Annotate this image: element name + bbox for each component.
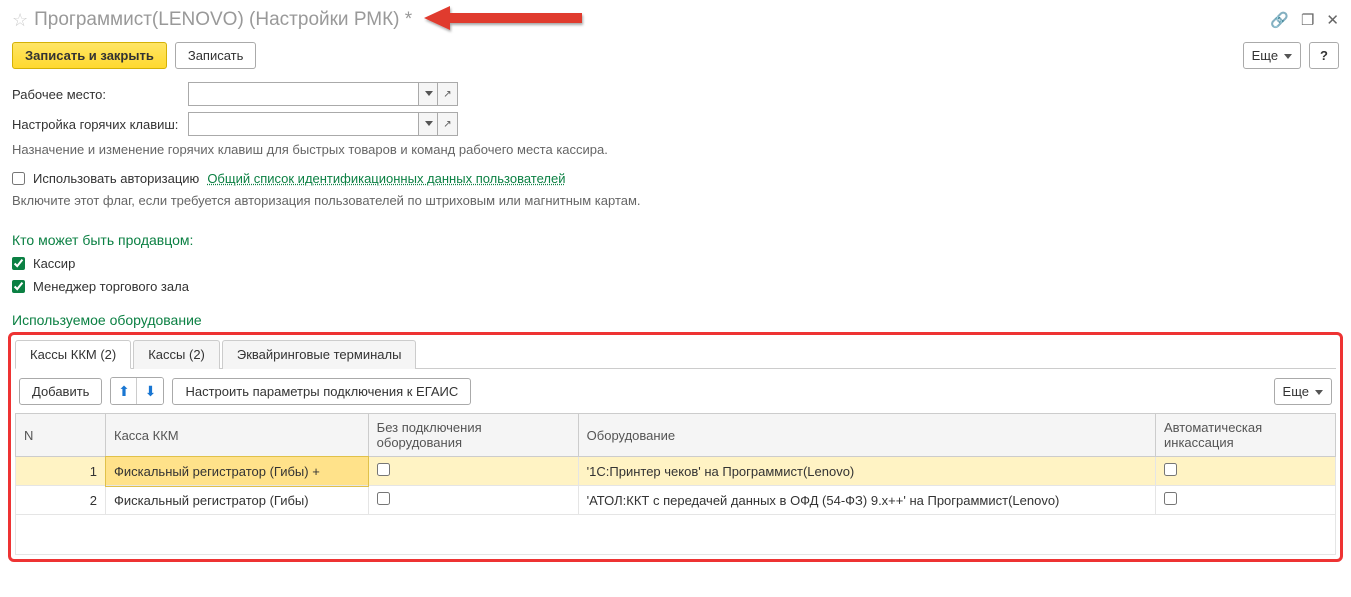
tab-acquiring[interactable]: Эквайринговые терминалы	[222, 340, 417, 369]
chevron-down-icon	[1282, 48, 1292, 63]
col-kkm[interactable]: Касса ККМ	[106, 414, 369, 457]
window-restore-icon[interactable]: ❐	[1301, 11, 1314, 29]
tab-kassy[interactable]: Кассы (2)	[133, 340, 220, 369]
highlight-annotation: Кассы ККМ (2) Кассы (2) Эквайринговые те…	[8, 332, 1343, 562]
workplace-open-button[interactable]: ↗	[438, 82, 458, 106]
equipment-table: N Касса ККМ Без подключения оборудования…	[15, 413, 1336, 555]
seller-cashier-checkbox[interactable]	[12, 257, 25, 270]
col-noconn[interactable]: Без подключения оборудования	[368, 414, 578, 457]
col-auto[interactable]: Автоматическая инкассация	[1156, 414, 1336, 457]
cell-n[interactable]: 2	[16, 486, 106, 515]
table-filler-row	[16, 515, 1336, 555]
cell-noconn[interactable]	[368, 457, 578, 486]
workplace-dropdown-button[interactable]	[418, 82, 438, 106]
equipment-tabs: Кассы ККМ (2) Кассы (2) Эквайринговые те…	[15, 339, 1336, 369]
tab-more-button[interactable]: Еще	[1274, 378, 1332, 405]
col-n[interactable]: N	[16, 414, 106, 457]
auto-checkbox[interactable]	[1164, 492, 1177, 505]
tab-kkm[interactable]: Кассы ККМ (2)	[15, 340, 131, 369]
seller-manager-checkbox[interactable]	[12, 280, 25, 293]
chevron-down-icon	[423, 89, 433, 100]
cell-n[interactable]: 1	[16, 457, 106, 486]
auth-list-link[interactable]: Общий список идентификационных данных по…	[207, 171, 565, 186]
workplace-label: Рабочее место:	[12, 87, 182, 102]
seller-manager-label: Менеджер торгового зала	[33, 279, 189, 294]
page-title: Программист(LENOVO) (Настройки РМК) *	[34, 9, 412, 31]
table-row[interactable]: 1Фискальный регистратор (Гибы) + '1С:Прин…	[16, 457, 1336, 486]
close-icon[interactable]: ✕	[1326, 11, 1339, 29]
favorite-star-icon[interactable]: ☆	[12, 10, 28, 31]
annotation-arrow	[412, 6, 1270, 34]
cell-device[interactable]: '1С:Принтер чеков' на Программист(Lenovo…	[578, 457, 1155, 486]
auto-checkbox[interactable]	[1164, 463, 1177, 476]
move-down-button[interactable]: ⬇	[137, 378, 163, 404]
more-button[interactable]: Еще	[1243, 42, 1301, 69]
use-auth-checkbox[interactable]	[12, 172, 25, 185]
noconn-checkbox[interactable]	[377, 463, 390, 476]
col-device[interactable]: Оборудование	[578, 414, 1155, 457]
help-button[interactable]: ?	[1309, 42, 1339, 69]
cell-kkm[interactable]: Фискальный регистратор (Гибы) +	[106, 457, 369, 486]
chevron-down-icon	[1313, 384, 1323, 399]
hotkeys-dropdown-button[interactable]	[418, 112, 438, 136]
add-button[interactable]: Добавить	[19, 378, 102, 405]
egais-settings-button[interactable]: Настроить параметры подключения к ЕГАИС	[172, 378, 471, 405]
workplace-input[interactable]	[188, 82, 418, 106]
noconn-checkbox[interactable]	[377, 492, 390, 505]
cell-kkm[interactable]: Фискальный регистратор (Гибы)	[106, 486, 369, 515]
table-row[interactable]: 2Фискальный регистратор (Гибы) 'АТОЛ:ККТ …	[16, 486, 1336, 515]
chevron-down-icon	[423, 119, 433, 130]
move-up-button[interactable]: ⬆	[111, 378, 137, 404]
equipment-section-title: Используемое оборудование	[0, 298, 1351, 332]
hotkeys-input[interactable]	[188, 112, 418, 136]
hotkeys-label: Настройка горячих клавиш:	[12, 117, 182, 132]
cell-auto[interactable]	[1156, 457, 1336, 486]
cell-device[interactable]: 'АТОЛ:ККТ с передачей данных в ОФД (54-Ф…	[578, 486, 1155, 515]
use-auth-label: Использовать авторизацию	[33, 171, 199, 186]
hotkeys-open-button[interactable]: ↗	[438, 112, 458, 136]
hotkeys-hint: Назначение и изменение горячих клавиш дл…	[0, 139, 1351, 167]
auth-hint: Включите этот флаг, если требуется автор…	[0, 190, 1351, 218]
cell-noconn[interactable]	[368, 486, 578, 515]
link-icon[interactable]: 🔗	[1270, 11, 1289, 29]
save-button[interactable]: Записать	[175, 42, 257, 69]
sellers-section-title: Кто может быть продавцом:	[0, 218, 1351, 252]
seller-cashier-label: Кассир	[33, 256, 75, 271]
cell-auto[interactable]	[1156, 486, 1336, 515]
save-and-close-button[interactable]: Записать и закрыть	[12, 42, 167, 69]
